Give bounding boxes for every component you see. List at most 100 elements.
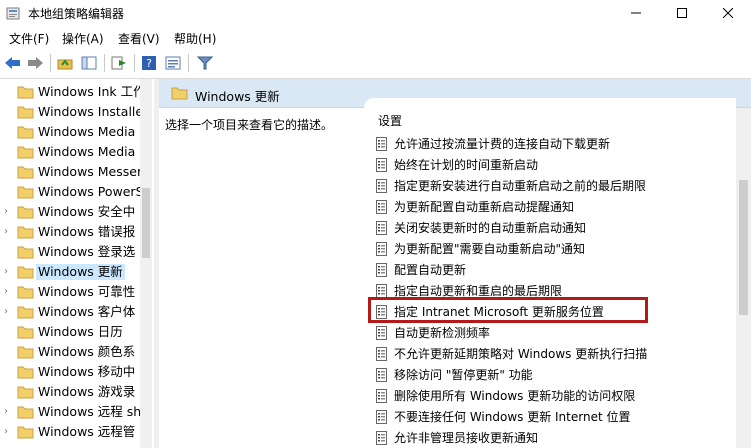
tree-item-label: Windows 可靠性 bbox=[38, 284, 136, 299]
tree-item[interactable]: Windows 登录选 bbox=[0, 242, 140, 262]
tree-item[interactable]: Windows Messer bbox=[0, 162, 142, 182]
folder-icon bbox=[17, 206, 34, 219]
tree-item[interactable]: Windows Media bbox=[0, 142, 140, 162]
policy-setting-row[interactable]: 为更新配置"需要自动重新启动"通知 bbox=[374, 239, 724, 259]
tree-item[interactable]: › Windows 远程管 bbox=[0, 422, 140, 442]
policy-setting-label: 配置自动更新 bbox=[394, 263, 467, 277]
close-button[interactable] bbox=[705, 0, 751, 26]
folder-icon bbox=[17, 86, 34, 99]
policy-setting-label: 允许非管理员接收更新通知 bbox=[394, 431, 539, 445]
tree-item[interactable]: Windows Ink 工作 bbox=[0, 82, 146, 102]
tree-item[interactable]: › Windows 更新 bbox=[0, 262, 140, 282]
policy-setting-icon bbox=[376, 158, 387, 172]
folder-icon bbox=[17, 266, 34, 279]
policy-setting-label: 指定更新安装进行自动重新启动之前的最后期限 bbox=[394, 179, 647, 193]
export-icon bbox=[111, 56, 126, 70]
minimize-button[interactable] bbox=[613, 0, 659, 26]
svg-text:?: ? bbox=[146, 57, 152, 70]
tree-item[interactable]: Windows Installe bbox=[0, 102, 143, 122]
policy-setting-row[interactable]: 配置自动更新 bbox=[374, 260, 724, 280]
chevron-right-icon[interactable]: › bbox=[4, 306, 14, 318]
filter-button[interactable] bbox=[196, 54, 214, 72]
policy-list: 设置 允许通过按流量计费的连接自动下载更新始终在计划的时间重新启动指定更新安装进… bbox=[364, 98, 736, 448]
policy-setting-row[interactable]: 不要连接任何 Windows 更新 Internet 位置 bbox=[374, 407, 724, 427]
policy-setting-icon bbox=[376, 410, 387, 424]
tree-item[interactable]: › Windows 客户体 bbox=[0, 302, 140, 322]
window-title: 本地组策略编辑器 bbox=[28, 7, 125, 21]
policy-setting-icon bbox=[376, 242, 387, 256]
chevron-right-icon[interactable]: › bbox=[4, 426, 14, 438]
policy-setting-row[interactable]: 删除使用所有 Windows 更新功能的访问权限 bbox=[374, 386, 724, 406]
column-header-settings[interactable]: 设置 bbox=[378, 112, 402, 129]
chevron-right-icon[interactable]: › bbox=[4, 286, 14, 298]
tree-item[interactable]: Windows 颜色系 bbox=[0, 342, 140, 362]
tree-item[interactable]: Windows 日历 bbox=[0, 322, 140, 342]
up-folder-icon bbox=[57, 59, 73, 70]
help-icon: ? bbox=[142, 56, 156, 70]
policy-setting-row[interactable]: 不允许更新延期策略对 Windows 更新执行扫描 bbox=[374, 344, 724, 364]
chevron-right-icon[interactable]: › bbox=[4, 406, 14, 418]
tree-item[interactable]: › Windows 可靠性 bbox=[0, 282, 140, 302]
tree-scrollbar-thumb[interactable] bbox=[142, 188, 150, 258]
tree-item-label: Windows 更新 bbox=[36, 264, 125, 280]
tree-item[interactable]: › Windows 错误报 bbox=[0, 222, 140, 242]
tree-item-label: Windows 移动中 bbox=[38, 364, 136, 379]
tree-item-label: Windows Media bbox=[38, 124, 136, 139]
forward-button[interactable] bbox=[26, 54, 44, 72]
up-folder-button[interactable] bbox=[56, 54, 74, 72]
policy-setting-row[interactable]: 移除访问 "暂停更新" 功能 bbox=[374, 365, 724, 385]
properties-button[interactable] bbox=[164, 54, 182, 72]
toolbar-separator bbox=[50, 54, 51, 72]
tree-item-label: Windows 登录选 bbox=[38, 244, 136, 259]
folder-icon bbox=[17, 386, 34, 399]
export-button[interactable] bbox=[110, 54, 128, 72]
chevron-right-icon[interactable]: › bbox=[4, 226, 14, 238]
tree-item-label: Windows 日历 bbox=[38, 324, 123, 339]
tree-item[interactable]: Windows 游戏录 bbox=[0, 382, 140, 402]
policy-setting-label: 始终在计划的时间重新启动 bbox=[394, 158, 539, 172]
menu-action[interactable]: 操作(A) bbox=[62, 30, 104, 47]
tree-item[interactable]: › Windows 安全中 bbox=[0, 202, 140, 222]
policy-setting-row[interactable]: 关闭安装更新时的自动重新启动通知 bbox=[374, 218, 724, 238]
policy-setting-label: 关闭安装更新时的自动重新启动通知 bbox=[394, 221, 587, 235]
tree-item[interactable]: Windows PowerS bbox=[0, 182, 144, 202]
folder-icon bbox=[17, 366, 34, 379]
title-bar: 本地组策略编辑器 bbox=[0, 0, 751, 26]
help-button[interactable]: ? bbox=[140, 54, 158, 72]
chevron-right-icon[interactable]: › bbox=[4, 206, 14, 218]
menu-help[interactable]: 帮助(H) bbox=[174, 30, 216, 47]
policy-setting-icon bbox=[376, 389, 387, 403]
back-button[interactable] bbox=[4, 54, 22, 72]
show-tree-button[interactable] bbox=[80, 54, 98, 72]
policy-setting-row[interactable]: 自动更新检测频率 bbox=[374, 323, 724, 343]
folder-icon bbox=[171, 87, 188, 100]
policy-setting-icon bbox=[376, 368, 387, 382]
tree-item-label: Windows Media bbox=[38, 144, 136, 159]
menu-view[interactable]: 查看(V) bbox=[118, 30, 160, 47]
tree-item-label: Windows 远程 sh bbox=[38, 404, 142, 419]
policy-setting-row[interactable]: 为更新配置自动重新启动提醒通知 bbox=[374, 197, 724, 217]
maximize-button[interactable] bbox=[659, 0, 705, 26]
list-scrollbar-thumb[interactable] bbox=[739, 180, 748, 315]
policy-setting-label: 删除使用所有 Windows 更新功能的访问权限 bbox=[394, 389, 636, 403]
tree-item[interactable]: Windows 移动中 bbox=[0, 362, 140, 382]
policy-setting-row[interactable]: 指定更新安装进行自动重新启动之前的最后期限 bbox=[374, 176, 724, 196]
tree-item[interactable]: › Windows 远程 sh bbox=[0, 402, 142, 422]
chevron-right-icon[interactable]: › bbox=[4, 266, 14, 278]
policy-setting-label: 为更新配置"需要自动重新启动"通知 bbox=[394, 242, 586, 256]
policy-setting-label: 自动更新检测频率 bbox=[394, 326, 491, 340]
tree-item-label: Windows Messer bbox=[38, 164, 143, 179]
policy-setting-label: 不允许更新延期策略对 Windows 更新执行扫描 bbox=[394, 347, 648, 361]
policy-setting-row[interactable]: 始终在计划的时间重新启动 bbox=[374, 155, 724, 175]
folder-icon bbox=[17, 286, 34, 299]
policy-setting-row[interactable]: 允许通过按流量计费的连接自动下载更新 bbox=[374, 134, 724, 154]
policy-setting-row[interactable]: 允许非管理员接收更新通知 bbox=[374, 428, 724, 448]
show-tree-icon bbox=[81, 56, 97, 70]
menu-file[interactable]: 文件(F) bbox=[9, 30, 49, 47]
tree-item[interactable]: Windows Media bbox=[0, 122, 140, 142]
tree-scrollbar[interactable] bbox=[140, 79, 152, 448]
folder-icon bbox=[17, 226, 34, 239]
toolbar-separator bbox=[188, 54, 189, 72]
policy-setting-icon bbox=[376, 200, 387, 214]
folder-icon bbox=[17, 106, 34, 119]
